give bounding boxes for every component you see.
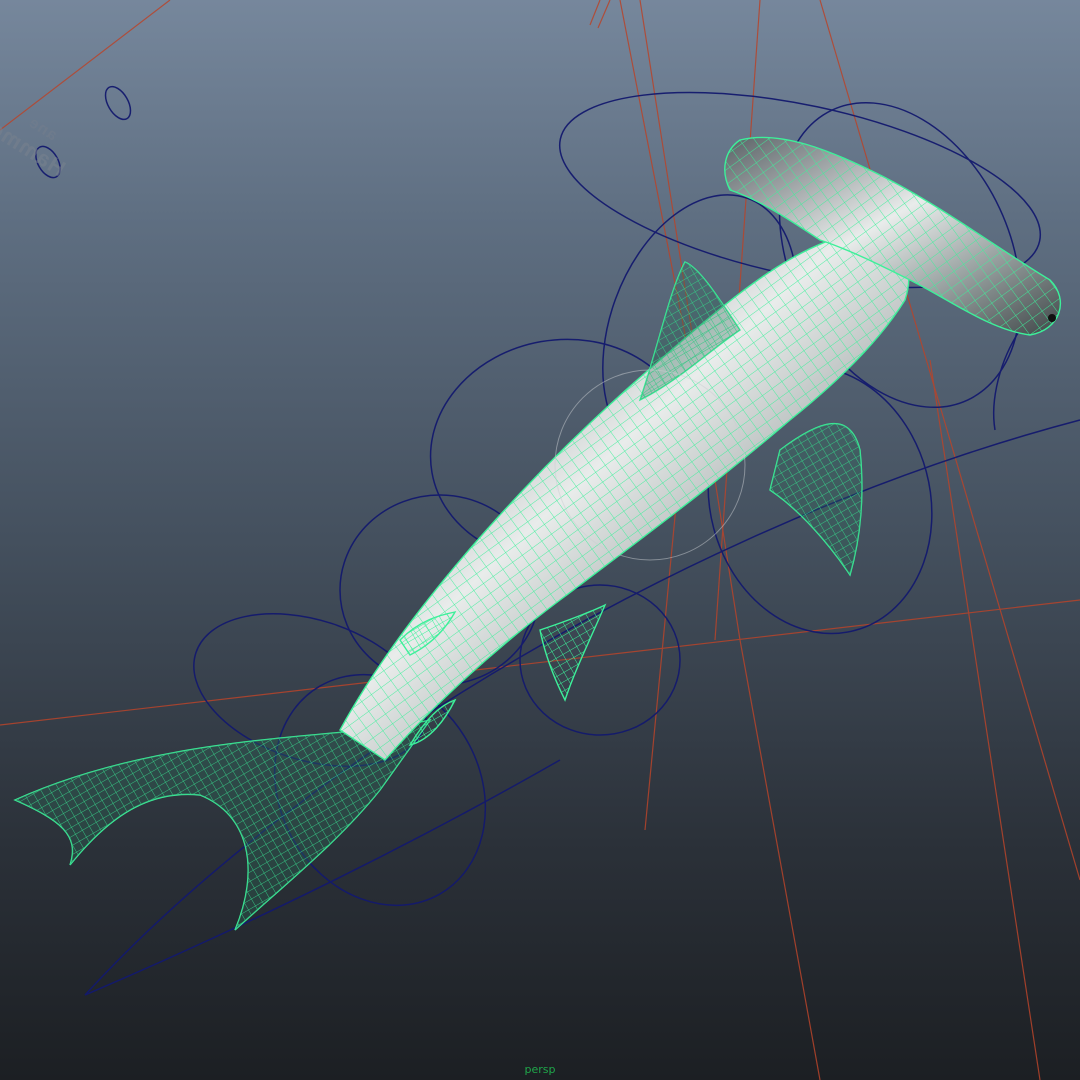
shark-eye: [1048, 314, 1056, 322]
viewport-persp[interactable]: Hammerhead model ane persp: [0, 0, 1080, 1080]
scene-canvas[interactable]: [0, 0, 1080, 1080]
hammerhead-shark-mesh[interactable]: [13, 136, 1061, 931]
pelvic-fin: [539, 603, 607, 702]
camera-label: persp: [524, 1063, 556, 1076]
